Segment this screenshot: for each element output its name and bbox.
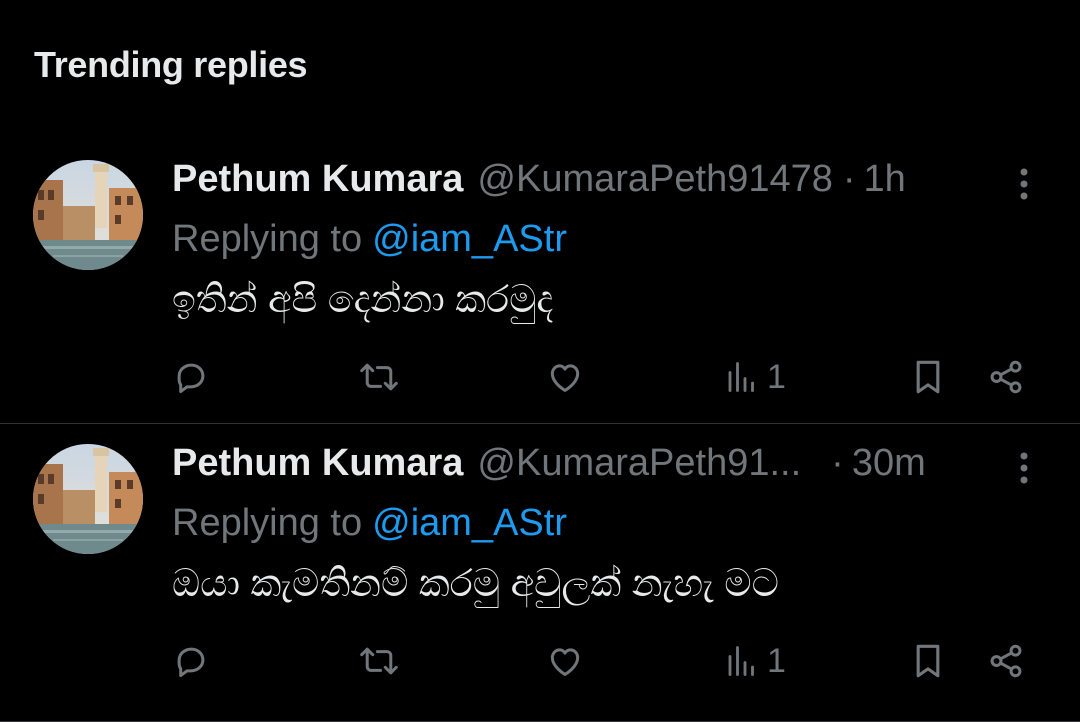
replying-to-label: Replying to xyxy=(172,501,363,544)
views-icon xyxy=(728,362,754,392)
bookmark-icon[interactable] xyxy=(910,352,946,402)
replying-to-mention[interactable]: @iam_AStr xyxy=(372,502,567,545)
reply-header: Pethum Kumara @KumaraPeth91478 · 1h xyxy=(172,154,972,204)
repost-icon[interactable] xyxy=(357,352,401,402)
action-bar: 1 xyxy=(0,636,1080,686)
reply-header: Pethum Kumara @KumaraPeth91... · 30m xyxy=(172,438,972,488)
reply-text: ඉතින් අපි දෙන්නා කරමුද xyxy=(172,278,554,321)
reply-text: ඔයා කැමතිනම් කරමු අවුලක් නැහැ මට xyxy=(172,562,779,605)
separator-dot: · xyxy=(831,441,844,484)
views-count: 1 xyxy=(767,641,786,680)
share-icon[interactable] xyxy=(987,636,1025,686)
separator-dot: · xyxy=(842,157,856,200)
author-handle[interactable]: @KumaraPeth91... xyxy=(477,442,801,485)
timestamp[interactable]: 1h xyxy=(864,158,906,201)
heart-icon[interactable] xyxy=(545,636,585,686)
avatar[interactable] xyxy=(33,160,143,270)
views-icon xyxy=(728,646,754,676)
reply-icon[interactable] xyxy=(172,636,210,686)
more-vertical-icon[interactable] xyxy=(1002,162,1046,206)
replying-to-label: Replying to xyxy=(172,217,363,260)
views-count: 1 xyxy=(767,357,786,396)
replying-to-mention[interactable]: @iam_AStr xyxy=(372,218,567,261)
section-title: Trending replies xyxy=(34,44,308,85)
action-bar: 1 xyxy=(0,352,1080,402)
replying-to-line: Replying to @iam_AStr xyxy=(172,214,567,264)
author-handle[interactable]: @KumaraPeth91478 xyxy=(477,158,832,201)
reply-item[interactable]: Pethum Kumara @KumaraPeth91478 · 1h Repl… xyxy=(0,140,1080,424)
repost-icon[interactable] xyxy=(357,636,401,686)
reply-item[interactable]: Pethum Kumara @KumaraPeth91... · 30m Rep… xyxy=(0,424,1080,722)
author-name[interactable]: Pethum Kumara xyxy=(172,158,463,201)
views-stat[interactable]: 1 xyxy=(725,636,786,686)
heart-icon[interactable] xyxy=(545,352,585,402)
timestamp[interactable]: 30m xyxy=(852,442,926,485)
author-name[interactable]: Pethum Kumara xyxy=(172,442,463,485)
replying-to-line: Replying to @iam_AStr xyxy=(172,498,567,548)
bookmark-icon[interactable] xyxy=(910,636,946,686)
reply-icon[interactable] xyxy=(172,352,210,402)
share-icon[interactable] xyxy=(987,352,1025,402)
more-vertical-icon[interactable] xyxy=(1002,446,1046,490)
views-stat[interactable]: 1 xyxy=(725,352,786,402)
avatar[interactable] xyxy=(33,444,143,554)
